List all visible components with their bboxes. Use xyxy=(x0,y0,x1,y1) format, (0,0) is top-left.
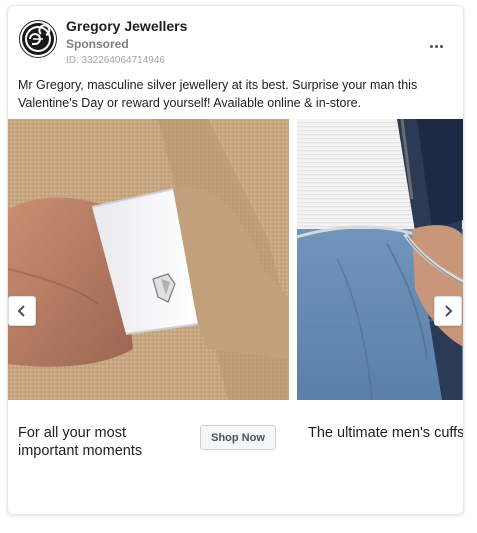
more-options-dot xyxy=(434,44,438,48)
ad-carousel: For all your most important moments Shop… xyxy=(8,119,463,514)
chevron-left-icon xyxy=(17,305,25,317)
chevron-right-icon xyxy=(445,305,453,317)
ad-card: Gregory Jewellers Sponsored ID: 33226406… xyxy=(7,5,464,515)
brand-logo[interactable] xyxy=(19,20,57,58)
more-options-icon xyxy=(429,44,433,48)
brand-logo-icon xyxy=(22,23,54,55)
carousel-caption[interactable]: For all your most important moments xyxy=(18,424,188,460)
carousel-next-button[interactable] xyxy=(434,296,462,326)
carousel-card: For all your most important moments Shop… xyxy=(8,119,289,514)
carousel-prev-button[interactable] xyxy=(8,296,36,326)
ad-header: Gregory Jewellers Sponsored ID: 33226406… xyxy=(18,18,458,68)
carousel-caption[interactable]: The ultimate men's cuffs & bracelets xyxy=(308,424,463,442)
bracelet-photo xyxy=(297,119,463,400)
more-options-button[interactable] xyxy=(426,41,446,51)
brand-name[interactable]: Gregory Jewellers xyxy=(66,18,187,34)
shop-now-button[interactable]: Shop Now xyxy=(200,425,276,450)
ad-body-text: Mr Gregory, masculine silver jewellery a… xyxy=(18,78,418,110)
sponsored-label[interactable]: Sponsored xyxy=(66,37,129,51)
carousel-image-cufflink[interactable] xyxy=(8,119,289,400)
more-options-dot xyxy=(439,44,443,48)
carousel-image-bracelet[interactable] xyxy=(297,119,463,400)
ad-id: ID: 332264064714946 xyxy=(66,55,165,66)
cufflink-photo xyxy=(8,119,289,400)
